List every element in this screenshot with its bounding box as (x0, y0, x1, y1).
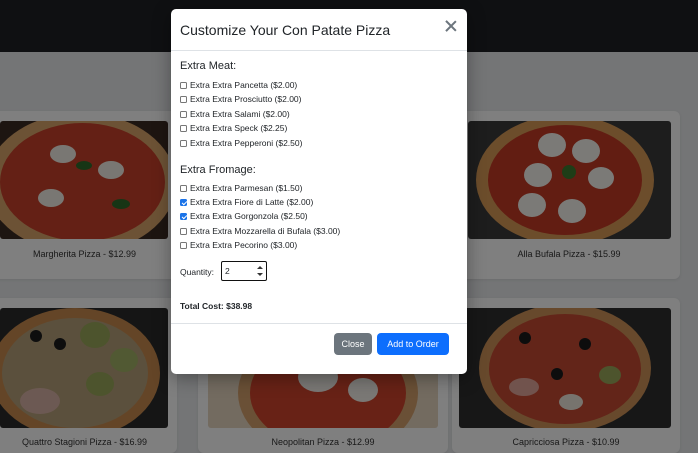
option-pecorino[interactable]: Extra Extra Pecorino ($3.00) (180, 239, 297, 251)
option-label: Extra Extra Pepperoni ($2.50) (190, 138, 303, 148)
customize-modal: Customize Your Con Patate Pizza Extra Me… (171, 9, 467, 374)
option-pancetta[interactable]: Extra Extra Pancetta ($2.00) (180, 79, 297, 91)
option-mozzarella-di-bufala[interactable]: Extra Extra Mozzarella di Bufala ($3.00) (180, 225, 340, 237)
checkbox[interactable] (180, 110, 187, 118)
checkbox[interactable] (180, 227, 187, 235)
checkbox-checked[interactable] (180, 212, 187, 220)
option-label: Extra Extra Salami ($2.00) (190, 109, 290, 119)
checkbox[interactable] (180, 81, 187, 89)
option-salami[interactable]: Extra Extra Salami ($2.00) (180, 108, 290, 120)
option-label: Extra Extra Parmesan ($1.50) (190, 183, 303, 193)
total-cost: Total Cost: $38.98 (180, 301, 253, 311)
checkbox[interactable] (180, 124, 187, 132)
section-title-extra-meat: Extra Meat: (180, 60, 237, 72)
option-label: Extra Extra Pecorino ($3.00) (190, 240, 298, 250)
checkbox[interactable] (180, 184, 187, 192)
option-fiore-di-latte[interactable]: Extra Extra Fiore di Latte ($2.00) (180, 196, 313, 208)
quantity-stepper[interactable]: 2 (221, 261, 267, 281)
add-to-order-button[interactable]: Add to Order (377, 333, 449, 355)
modal-title: Customize Your Con Patate Pizza (180, 22, 391, 38)
checkbox[interactable] (180, 95, 187, 103)
close-icon[interactable] (444, 19, 458, 33)
spinner-arrows-icon[interactable] (257, 265, 263, 277)
option-label: Extra Extra Prosciutto ($2.00) (190, 94, 302, 104)
option-label: Extra Extra Fiore di Latte ($2.00) (190, 197, 314, 207)
option-prosciutto[interactable]: Extra Extra Prosciutto ($2.00) (180, 93, 302, 105)
chevron-down-icon[interactable] (257, 273, 263, 276)
quantity-value: 2 (225, 266, 230, 276)
checkbox[interactable] (180, 241, 187, 249)
option-label: Extra Extra Pancetta ($2.00) (190, 80, 298, 90)
option-label: Extra Extra Mozzarella di Bufala ($3.00) (190, 226, 341, 236)
option-label: Extra Extra Speck ($2.25) (190, 123, 288, 133)
chevron-up-icon[interactable] (257, 266, 263, 269)
footer-divider (171, 323, 467, 324)
section-title-extra-fromage: Extra Fromage: (180, 164, 256, 176)
option-label: Extra Extra Gorgonzola ($2.50) (190, 211, 308, 221)
option-speck[interactable]: Extra Extra Speck ($2.25) (180, 122, 287, 134)
checkbox-checked[interactable] (180, 198, 187, 206)
quantity-label: Quantity: (180, 267, 215, 277)
modal-header: Customize Your Con Patate Pizza (171, 9, 467, 51)
close-button[interactable]: Close (334, 333, 372, 355)
option-pepperoni[interactable]: Extra Extra Pepperoni ($2.50) (180, 137, 302, 149)
option-parmesan[interactable]: Extra Extra Parmesan ($1.50) (180, 182, 302, 194)
option-gorgonzola[interactable]: Extra Extra Gorgonzola ($2.50) (180, 210, 308, 222)
checkbox[interactable] (180, 139, 187, 147)
